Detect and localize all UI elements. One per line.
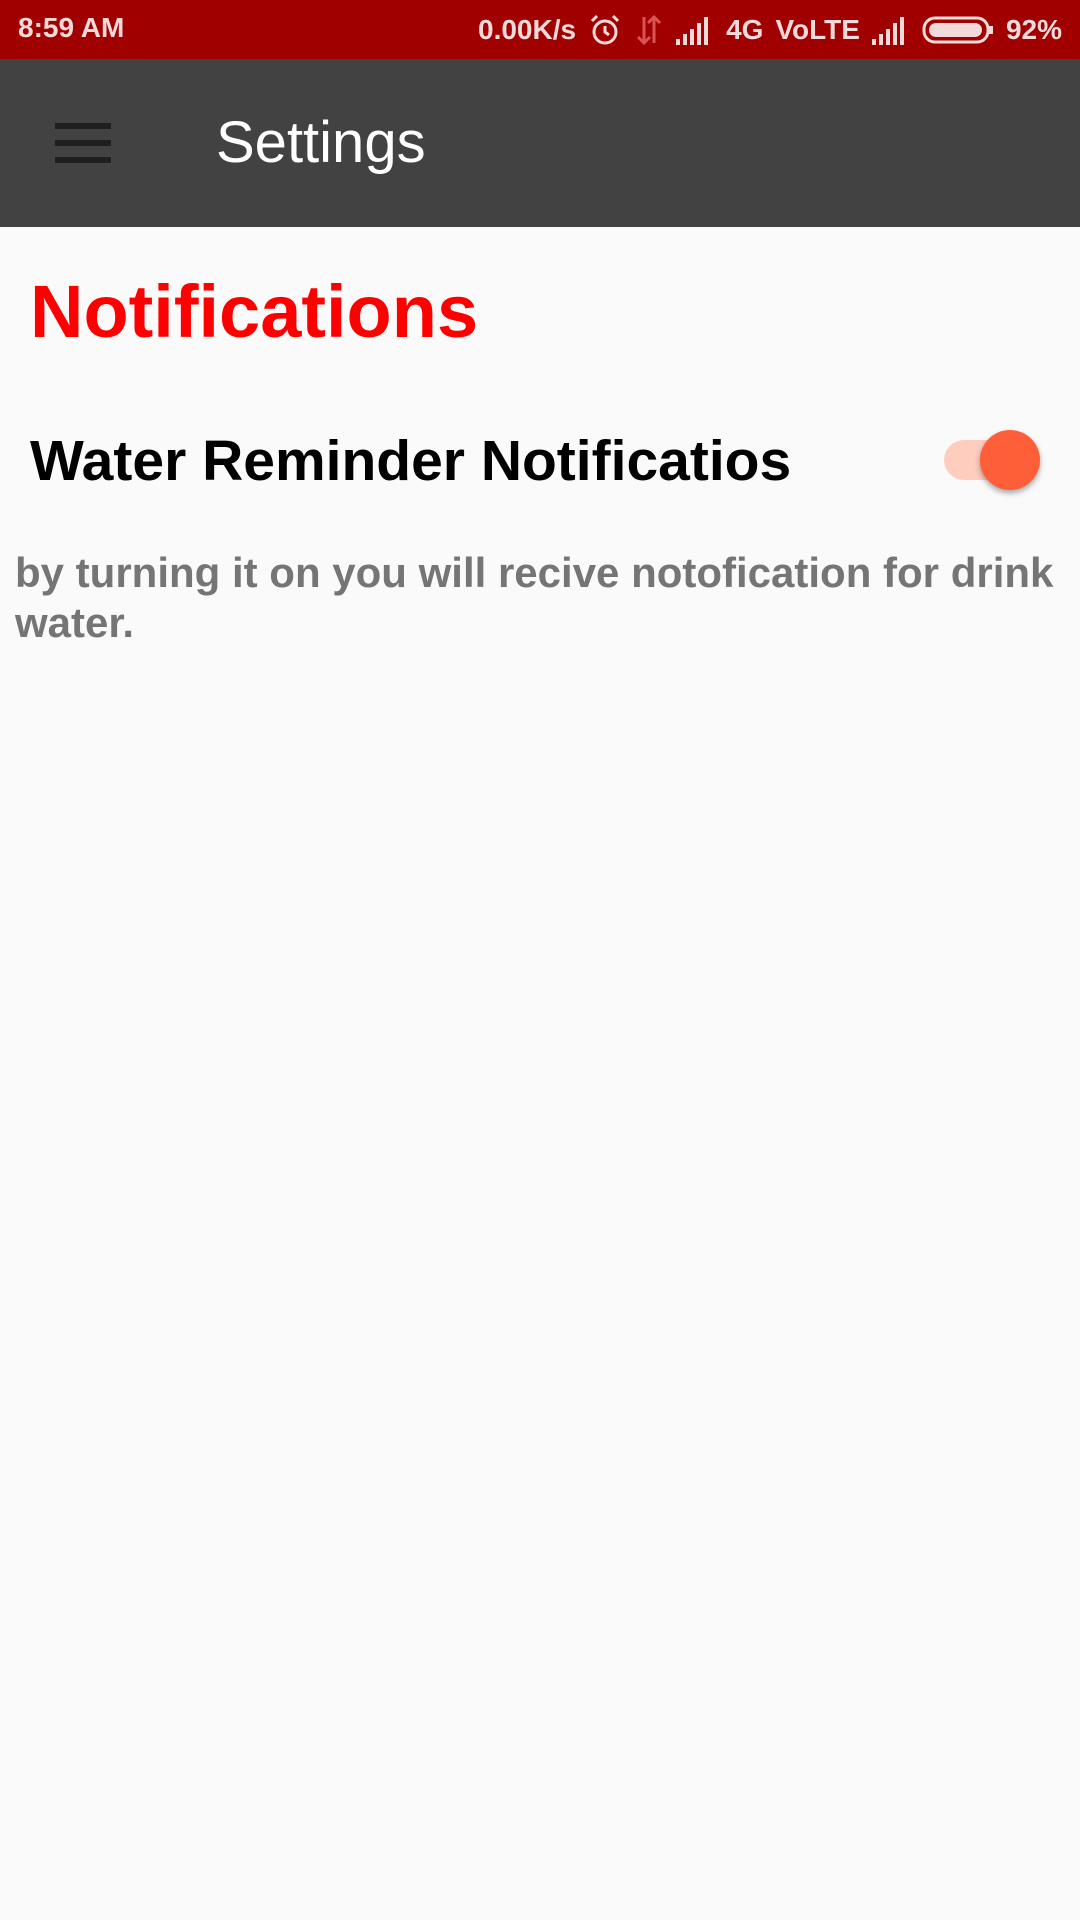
battery-percent: 92% [1005,13,1062,45]
page-title: Settings [216,110,426,175]
toggle-thumb [980,430,1040,490]
signal-icon [676,15,714,45]
hamburger-menu-icon[interactable] [46,115,122,171]
setting-title: Water Reminder Notificatios [30,429,792,493]
alarm-icon [588,13,622,47]
section-title-notifications: Notifications [30,270,479,353]
status-bar: 8:59 AM 0.00K/s 4G VoLTE 92% [0,0,1080,59]
setting-summary: by turning it on you will recive notofic… [15,549,1054,646]
status-time: 8:59 AM [18,12,125,43]
battery-icon [922,15,994,45]
status-icons: 0.00K/s 4G VoLTE 92% [478,0,1062,59]
app-toolbar: Settings [0,59,1080,227]
signal-icon [871,15,910,45]
net-speed: 0.00K/s [478,13,577,45]
data-arrows-icon [634,13,664,47]
water-reminder-setting-row[interactable]: Water Reminder Notificatios [0,410,1080,510]
network-type: 4G [726,13,764,45]
water-reminder-toggle[interactable] [944,430,1040,490]
volte-label: VoLTE [775,13,860,45]
